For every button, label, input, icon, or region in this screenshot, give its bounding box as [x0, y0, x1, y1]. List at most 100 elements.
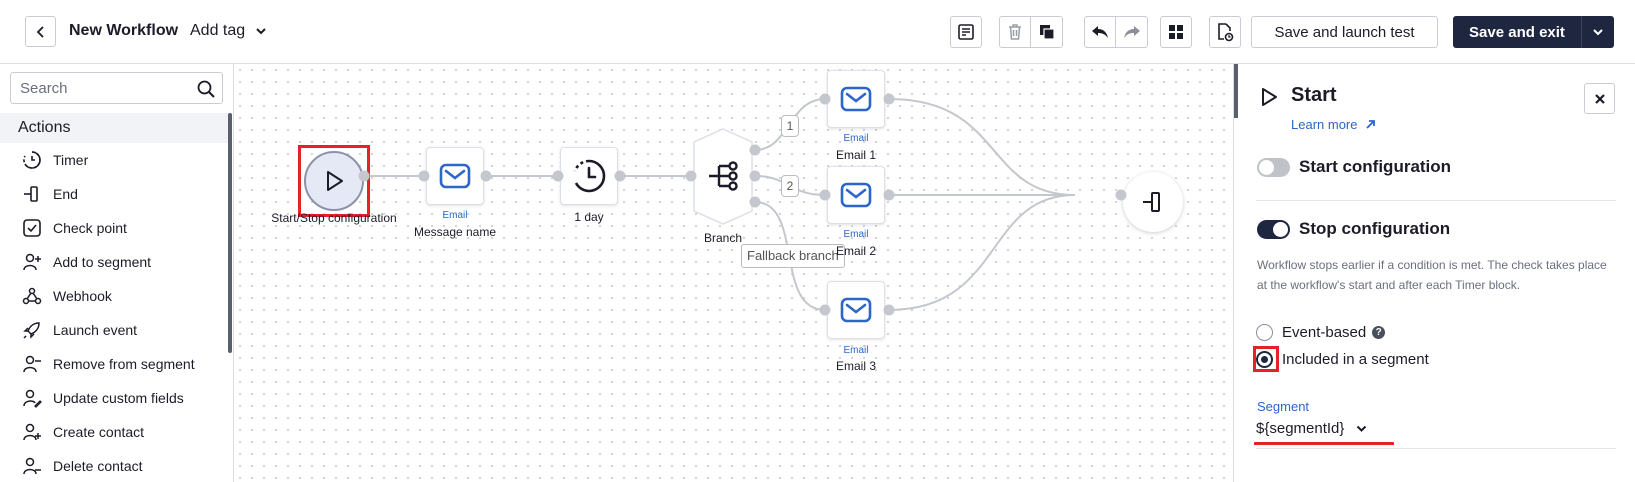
create-contact-icon	[22, 422, 42, 442]
connector-dot[interactable]	[883, 304, 895, 316]
connector-dot[interactable]	[819, 189, 831, 201]
action-item-label: Remove from segment	[53, 356, 195, 372]
timer-icon	[22, 150, 42, 170]
connector-dot[interactable]	[358, 170, 370, 182]
action-item-update-custom-fields[interactable]: Update custom fields	[0, 381, 228, 415]
action-item-label: Update custom fields	[53, 390, 184, 406]
redo-button[interactable]	[1116, 16, 1148, 48]
email-node-message[interactable]	[426, 147, 484, 205]
redo-icon	[1123, 26, 1140, 38]
node-type-label: Email	[442, 210, 468, 221]
duplicate-button[interactable]	[1031, 16, 1063, 48]
start-configuration-label: Start configuration	[1299, 157, 1452, 176]
panel-title: Start	[1291, 84, 1337, 106]
radio-button[interactable]	[1256, 324, 1273, 341]
radio-included-in-segment-label: Included in a segment	[1282, 351, 1429, 368]
timer-node[interactable]	[560, 147, 618, 205]
toggle-knob	[1259, 160, 1274, 175]
action-item-launch-event[interactable]: Launch event	[0, 313, 228, 347]
email-3-label: Email 3	[835, 359, 877, 373]
connector-dot[interactable]	[552, 170, 564, 182]
chevron-down-icon	[1357, 425, 1367, 432]
back-button[interactable]	[25, 16, 56, 47]
action-item-timer[interactable]: Timer	[0, 143, 228, 177]
connector-dot[interactable]	[685, 170, 697, 182]
radio-event-based-label: Event-based	[1282, 324, 1367, 341]
add-to-segment-icon	[22, 252, 42, 272]
connector-dot[interactable]	[749, 144, 761, 156]
search-box	[10, 72, 223, 104]
action-item-end[interactable]: End	[0, 177, 228, 211]
sidebar-scrollbar[interactable]	[228, 113, 232, 353]
learn-more-link[interactable]: Learn more	[1291, 117, 1376, 132]
message-node-label: Message name	[413, 225, 497, 239]
workflow-title[interactable]: New Workflow	[69, 22, 178, 40]
action-item-label: Add to segment	[53, 254, 152, 270]
help-icon[interactable]: ?	[1372, 326, 1386, 339]
external-link-icon	[1366, 120, 1376, 129]
toggle-knob	[1273, 222, 1288, 237]
end-node[interactable]	[1123, 172, 1183, 232]
action-item-webhook[interactable]: Webhook	[0, 279, 228, 313]
delete-contact-icon	[22, 456, 42, 476]
action-item-add-to-segment[interactable]: Add to segment	[0, 245, 228, 279]
connector-dot[interactable]	[749, 196, 761, 208]
action-item-label: Check point	[53, 220, 127, 236]
save-and-launch-test-button[interactable]: Save and launch test	[1251, 16, 1438, 48]
radio-included-in-segment[interactable]: Included in a segment	[1256, 351, 1429, 368]
segment-underline-highlight	[1254, 442, 1394, 445]
workflow-canvas[interactable]: Start/Stop configuration Email Message n…	[234, 64, 1233, 482]
stop-configuration-toggle[interactable]	[1257, 220, 1290, 239]
connector-dot[interactable]	[883, 189, 895, 201]
connector-dot[interactable]	[1115, 189, 1127, 201]
action-item-delete-contact[interactable]: Delete contact	[0, 449, 228, 482]
search-input[interactable]	[11, 73, 191, 103]
branch-node[interactable]	[693, 128, 753, 225]
email-node-3[interactable]	[827, 281, 885, 339]
search-icon[interactable]	[196, 79, 216, 99]
radio-event-based[interactable]: Event-based ?	[1256, 324, 1386, 341]
connector-dot[interactable]	[749, 170, 761, 182]
connector-dot[interactable]	[883, 93, 895, 105]
connector-dot[interactable]	[614, 170, 626, 182]
top-bar: New Workflow Add tag Save and launch tes…	[0, 0, 1635, 64]
email-1-label: Email 1	[835, 148, 877, 162]
segment-label: Segment	[1257, 399, 1310, 414]
connector-dot[interactable]	[819, 93, 831, 105]
save-options-dropdown[interactable]	[1581, 16, 1614, 48]
start-configuration-toggle[interactable]	[1257, 158, 1290, 177]
trash-icon	[1009, 24, 1021, 40]
version-history-button[interactable]	[1209, 16, 1241, 48]
close-panel-button[interactable]	[1584, 83, 1615, 114]
segment-value: ${segmentId}	[1256, 420, 1345, 437]
actions-section-title: Actions	[0, 113, 228, 143]
action-item-remove-from-segment[interactable]: Remove from segment	[0, 347, 228, 381]
start-settings-panel: Start Learn more Start configuration Sto…	[1233, 64, 1635, 482]
remove-from-segment-icon	[22, 354, 42, 374]
radio-highlight	[1253, 346, 1279, 372]
chevron-down-icon	[1593, 29, 1603, 36]
connector-dot[interactable]	[819, 304, 831, 316]
timer-node-label: 1 day	[574, 210, 604, 224]
delete-button[interactable]	[999, 16, 1031, 48]
action-item-check-point[interactable]: Check point	[0, 211, 228, 245]
email-node-2[interactable]	[827, 166, 885, 224]
auto-layout-button[interactable]	[1160, 16, 1192, 48]
email-node-1[interactable]	[827, 70, 885, 128]
webhook-icon	[22, 286, 42, 306]
branch-node-label: Branch	[703, 231, 743, 245]
save-and-exit-button[interactable]: Save and exit	[1453, 16, 1614, 48]
connector-dot[interactable]	[480, 170, 492, 182]
play-icon	[1262, 88, 1277, 106]
chevron-left-icon	[36, 25, 44, 38]
connector-dot[interactable]	[418, 170, 430, 182]
panel-scrollbar[interactable]	[1234, 64, 1238, 118]
add-tag-dropdown[interactable]: Add tag	[190, 22, 267, 40]
action-item-create-contact[interactable]: Create contact	[0, 415, 228, 449]
segment-select[interactable]: ${segmentId}	[1256, 420, 1367, 437]
document-history-icon	[1218, 23, 1234, 42]
notes-button[interactable]	[950, 16, 982, 48]
action-item-label: Webhook	[53, 288, 112, 304]
close-icon	[1594, 93, 1605, 104]
undo-button[interactable]	[1084, 16, 1116, 48]
